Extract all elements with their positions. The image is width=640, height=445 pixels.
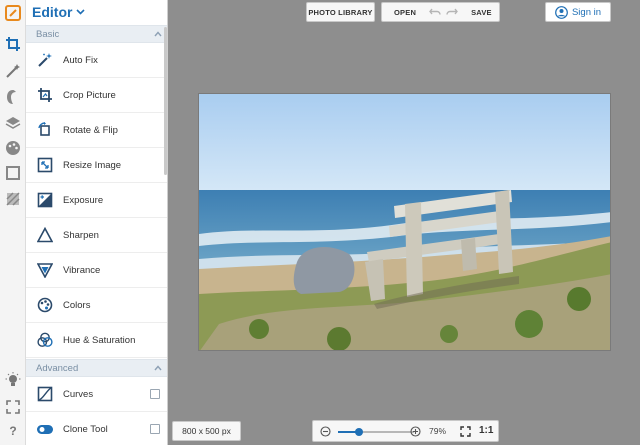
tool-label: Sharpen bbox=[63, 229, 99, 241]
sign-in-label: Sign in bbox=[571, 6, 602, 18]
tool-category-rail: ? bbox=[0, 0, 26, 445]
tool-label: Curves bbox=[63, 388, 94, 400]
tool-colors[interactable]: Colors bbox=[26, 288, 167, 323]
palette-category-icon[interactable] bbox=[4, 139, 22, 157]
zoom-slider-thumb[interactable] bbox=[355, 428, 364, 436]
tool-label: Colors bbox=[63, 299, 91, 311]
magic-wand-icon bbox=[36, 51, 54, 69]
actual-size-button[interactable]: 1:1 bbox=[479, 425, 493, 436]
exposure-icon bbox=[36, 191, 54, 209]
resize-icon bbox=[36, 156, 54, 174]
tool-label: Auto Fix bbox=[63, 54, 98, 66]
sign-in-button[interactable]: Sign in bbox=[545, 2, 611, 22]
crop-category-icon[interactable] bbox=[4, 35, 22, 53]
rotate-icon bbox=[36, 121, 54, 139]
section-advanced-label: Advanced bbox=[36, 363, 79, 374]
tool-label: Vibrance bbox=[63, 264, 101, 276]
undo-icon[interactable] bbox=[429, 8, 441, 16]
tool-curves[interactable]: Curves bbox=[26, 377, 167, 412]
premium-badge-icon bbox=[150, 389, 160, 399]
tool-label: Rotate & Flip bbox=[63, 124, 118, 136]
lightbulb-icon[interactable] bbox=[4, 371, 22, 389]
editor-menu-button[interactable]: Editor bbox=[32, 4, 86, 20]
zoom-slider[interactable] bbox=[338, 428, 414, 436]
tool-crop-picture[interactable]: Crop Picture bbox=[26, 78, 167, 113]
fullscreen-icon[interactable] bbox=[4, 398, 22, 416]
face-category-icon[interactable] bbox=[4, 88, 22, 106]
tool-rotate-flip[interactable]: Rotate & Flip bbox=[26, 113, 167, 148]
editor-title: Editor bbox=[32, 4, 73, 20]
file-toolbar: OPEN SAVE bbox=[381, 2, 500, 22]
tool-vibrance[interactable]: Vibrance bbox=[26, 253, 167, 288]
premium-badge-icon bbox=[150, 424, 160, 434]
magic-category-icon[interactable] bbox=[4, 62, 22, 80]
zoom-controls: 79% 1:1 bbox=[312, 420, 499, 442]
chevron-down-icon bbox=[76, 9, 86, 15]
user-icon bbox=[555, 5, 568, 19]
photo-canvas[interactable] bbox=[198, 93, 611, 351]
tool-clone[interactable]: Clone Tool bbox=[26, 412, 167, 445]
help-icon[interactable]: ? bbox=[4, 422, 22, 440]
app-logo-icon bbox=[4, 4, 22, 22]
editor-panel: Editor Basic Auto Fix Crop Picture Rotat… bbox=[26, 0, 168, 445]
zoom-percentage: 79% bbox=[429, 426, 447, 436]
layers-category-icon[interactable] bbox=[4, 114, 22, 132]
zoom-out-icon[interactable] bbox=[320, 426, 331, 437]
frame-category-icon[interactable] bbox=[4, 164, 22, 182]
tool-sharpen[interactable]: Sharpen bbox=[26, 218, 167, 253]
image-dimensions: 800 x 500 px bbox=[172, 421, 241, 441]
hue-saturation-icon bbox=[36, 331, 54, 349]
zoom-in-icon[interactable] bbox=[410, 426, 421, 437]
save-button[interactable]: SAVE bbox=[471, 8, 492, 17]
tool-label: Clone Tool bbox=[63, 423, 108, 435]
crop-icon bbox=[36, 86, 54, 104]
chevron-up-icon bbox=[154, 365, 162, 371]
section-basic-label: Basic bbox=[36, 29, 60, 40]
curves-icon bbox=[36, 385, 54, 403]
tool-exposure[interactable]: Exposure bbox=[26, 183, 167, 218]
section-advanced[interactable]: Advanced bbox=[26, 359, 167, 377]
chevron-up-icon bbox=[154, 31, 162, 37]
tool-hue-saturation[interactable]: Hue & Saturation bbox=[26, 323, 167, 358]
beach-bench-photo bbox=[199, 94, 610, 350]
clone-icon bbox=[36, 420, 54, 438]
tool-resize-image[interactable]: Resize Image bbox=[26, 148, 167, 183]
photo-library-button[interactable]: PHOTO LIBRARY bbox=[306, 2, 375, 22]
tool-label: Exposure bbox=[63, 194, 104, 206]
redo-icon[interactable] bbox=[446, 8, 458, 16]
sharpen-icon bbox=[36, 226, 54, 244]
fit-screen-icon[interactable] bbox=[460, 426, 471, 437]
vibrance-icon bbox=[36, 261, 54, 279]
palette-icon bbox=[36, 296, 54, 314]
open-button[interactable]: OPEN bbox=[394, 8, 416, 17]
tool-label: Hue & Saturation bbox=[63, 334, 136, 346]
texture-category-icon[interactable] bbox=[4, 190, 22, 208]
tool-label: Resize Image bbox=[63, 159, 122, 171]
panel-scrollbar[interactable] bbox=[164, 27, 167, 175]
tool-auto-fix[interactable]: Auto Fix bbox=[26, 43, 167, 78]
tool-label: Crop Picture bbox=[63, 89, 116, 101]
section-basic[interactable]: Basic bbox=[26, 25, 167, 43]
